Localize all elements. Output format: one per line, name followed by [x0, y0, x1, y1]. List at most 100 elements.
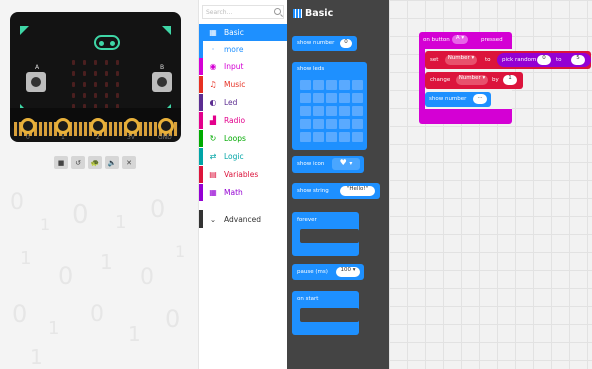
led-editor-cell[interactable] [339, 80, 350, 90]
category-led[interactable]: ◐ Led [199, 94, 288, 111]
stop-button[interactable]: ■ [54, 156, 68, 169]
category-basic-more[interactable]: · more [199, 41, 288, 58]
led-editor-cell[interactable] [352, 93, 363, 103]
led-pixel[interactable] [94, 82, 97, 87]
led-pixel[interactable] [116, 93, 119, 98]
led-pixel[interactable] [105, 82, 108, 87]
led-editor-cell[interactable] [300, 93, 311, 103]
led-editor-cell[interactable] [352, 80, 363, 90]
show-leds-block[interactable]: show leds [292, 62, 367, 150]
led-editor-cell[interactable] [352, 132, 363, 142]
block-label: pick random [502, 57, 537, 63]
search-icon[interactable] [274, 8, 281, 15]
pin-2[interactable] [90, 118, 106, 134]
led-editor-cell[interactable] [326, 93, 337, 103]
icon-dropdown[interactable]: ♥ ▾ [332, 158, 360, 170]
led-editor-cell[interactable] [313, 132, 324, 142]
led-pixel[interactable] [116, 82, 119, 87]
led-pixel[interactable] [116, 60, 119, 65]
button-a[interactable] [26, 72, 46, 92]
number-variable-input[interactable]: ... [473, 94, 487, 104]
close-simulator-button[interactable]: ✕ [122, 156, 136, 169]
random-max-input[interactable]: 5 [571, 55, 585, 65]
category-radio[interactable]: ▟ Radio [199, 112, 288, 129]
led-editor-cell[interactable] [326, 119, 337, 129]
category-basic[interactable]: ▦ Basic [199, 24, 288, 41]
show-icon-block[interactable]: show icon ♥ ▾ [292, 156, 364, 173]
basic-flyout: Basic show number 0 show leds show icon … [287, 0, 389, 369]
block-label: by [492, 77, 499, 83]
change-variable-block[interactable]: change Number ▾ by 1 [425, 72, 523, 89]
on-start-block[interactable]: on start [292, 291, 359, 335]
led-editor-cell[interactable] [313, 106, 324, 116]
category-music[interactable]: ♫ Music [199, 76, 288, 93]
category-variables[interactable]: ▤ Variables [199, 166, 288, 183]
variable-dropdown[interactable]: Number ▾ [456, 75, 488, 85]
led-editor-cell[interactable] [339, 93, 350, 103]
variables-icon: ▤ [209, 170, 217, 179]
led-editor-cell[interactable] [339, 132, 350, 142]
led-pixel[interactable] [116, 71, 119, 76]
led-pixel[interactable] [83, 60, 86, 65]
led-editor-cell[interactable] [326, 80, 337, 90]
button-dropdown[interactable]: A ▾ [452, 35, 468, 44]
led-editor-cell[interactable] [313, 93, 324, 103]
led-pixel[interactable] [72, 71, 75, 76]
pause-block[interactable]: pause (ms) 100 ▾ [292, 264, 364, 280]
led-pixel[interactable] [94, 71, 97, 76]
restart-button[interactable]: ↺ [71, 156, 85, 169]
forever-block[interactable]: forever [292, 212, 359, 256]
led-pixel[interactable] [105, 93, 108, 98]
change-amount-input[interactable]: 1 [503, 75, 517, 85]
led-pixel[interactable] [83, 93, 86, 98]
led-editor-cell[interactable] [339, 119, 350, 129]
block-label: to [485, 57, 491, 63]
number-input[interactable]: 0 [340, 39, 352, 48]
pick-random-block[interactable]: pick random 0 to 5 [497, 53, 591, 67]
set-variable-block[interactable]: set Number ▾ to pick random 0 to 5 [425, 51, 591, 69]
pin-0[interactable] [20, 118, 36, 134]
block-label: forever [297, 217, 317, 223]
category-loops[interactable]: ↻ Loops [199, 130, 288, 147]
random-min-input[interactable]: 0 [537, 55, 551, 65]
led-pixel[interactable] [105, 71, 108, 76]
led-editor-cell[interactable] [326, 106, 337, 116]
led-pixel[interactable] [72, 82, 75, 87]
led-pixel[interactable] [94, 60, 97, 65]
led-editor-cell[interactable] [313, 80, 324, 90]
category-logic[interactable]: ⇄ Logic [199, 148, 288, 165]
blocks-workspace[interactable]: on button A ▾ pressed set Number ▾ to pi… [389, 0, 592, 369]
led-editor-cell[interactable] [300, 106, 311, 116]
led-pixel[interactable] [83, 71, 86, 76]
pin-3v[interactable] [124, 118, 140, 134]
led-pixel[interactable] [72, 93, 75, 98]
led-pixel[interactable] [83, 82, 86, 87]
led-pixel[interactable] [105, 60, 108, 65]
led-pixel[interactable] [94, 93, 97, 98]
show-number-block[interactable]: show number ... [425, 92, 491, 107]
led-editor-cell[interactable] [300, 80, 311, 90]
search-input[interactable]: Search... [202, 5, 284, 19]
led-editor-cell[interactable] [352, 106, 363, 116]
show-string-block[interactable]: show string "Hello!" [292, 183, 380, 199]
microbit-logo-icon [94, 35, 120, 50]
category-input[interactable]: ◉ Input [199, 58, 288, 75]
led-pixel[interactable] [72, 60, 75, 65]
led-editor-cell[interactable] [300, 119, 311, 129]
button-b[interactable] [152, 72, 172, 92]
variable-dropdown[interactable]: Number ▾ [445, 55, 477, 65]
pin-1[interactable] [55, 118, 71, 134]
category-advanced[interactable]: ⌄ Advanced [199, 210, 288, 228]
led-editor-cell[interactable] [352, 119, 363, 129]
led-editor-cell[interactable] [300, 132, 311, 142]
show-number-block[interactable]: show number 0 [292, 36, 357, 51]
category-math[interactable]: ▦ Math [199, 184, 288, 201]
pin-gnd[interactable] [158, 118, 174, 134]
led-editor-cell[interactable] [326, 132, 337, 142]
led-editor-cell[interactable] [339, 106, 350, 116]
slow-mo-button[interactable]: 🐢 [88, 156, 102, 169]
led-editor-cell[interactable] [313, 119, 324, 129]
string-input[interactable]: "Hello!" [340, 186, 375, 196]
pause-input[interactable]: 100 ▾ [336, 267, 360, 277]
mute-button[interactable]: 🔈 [105, 156, 119, 169]
